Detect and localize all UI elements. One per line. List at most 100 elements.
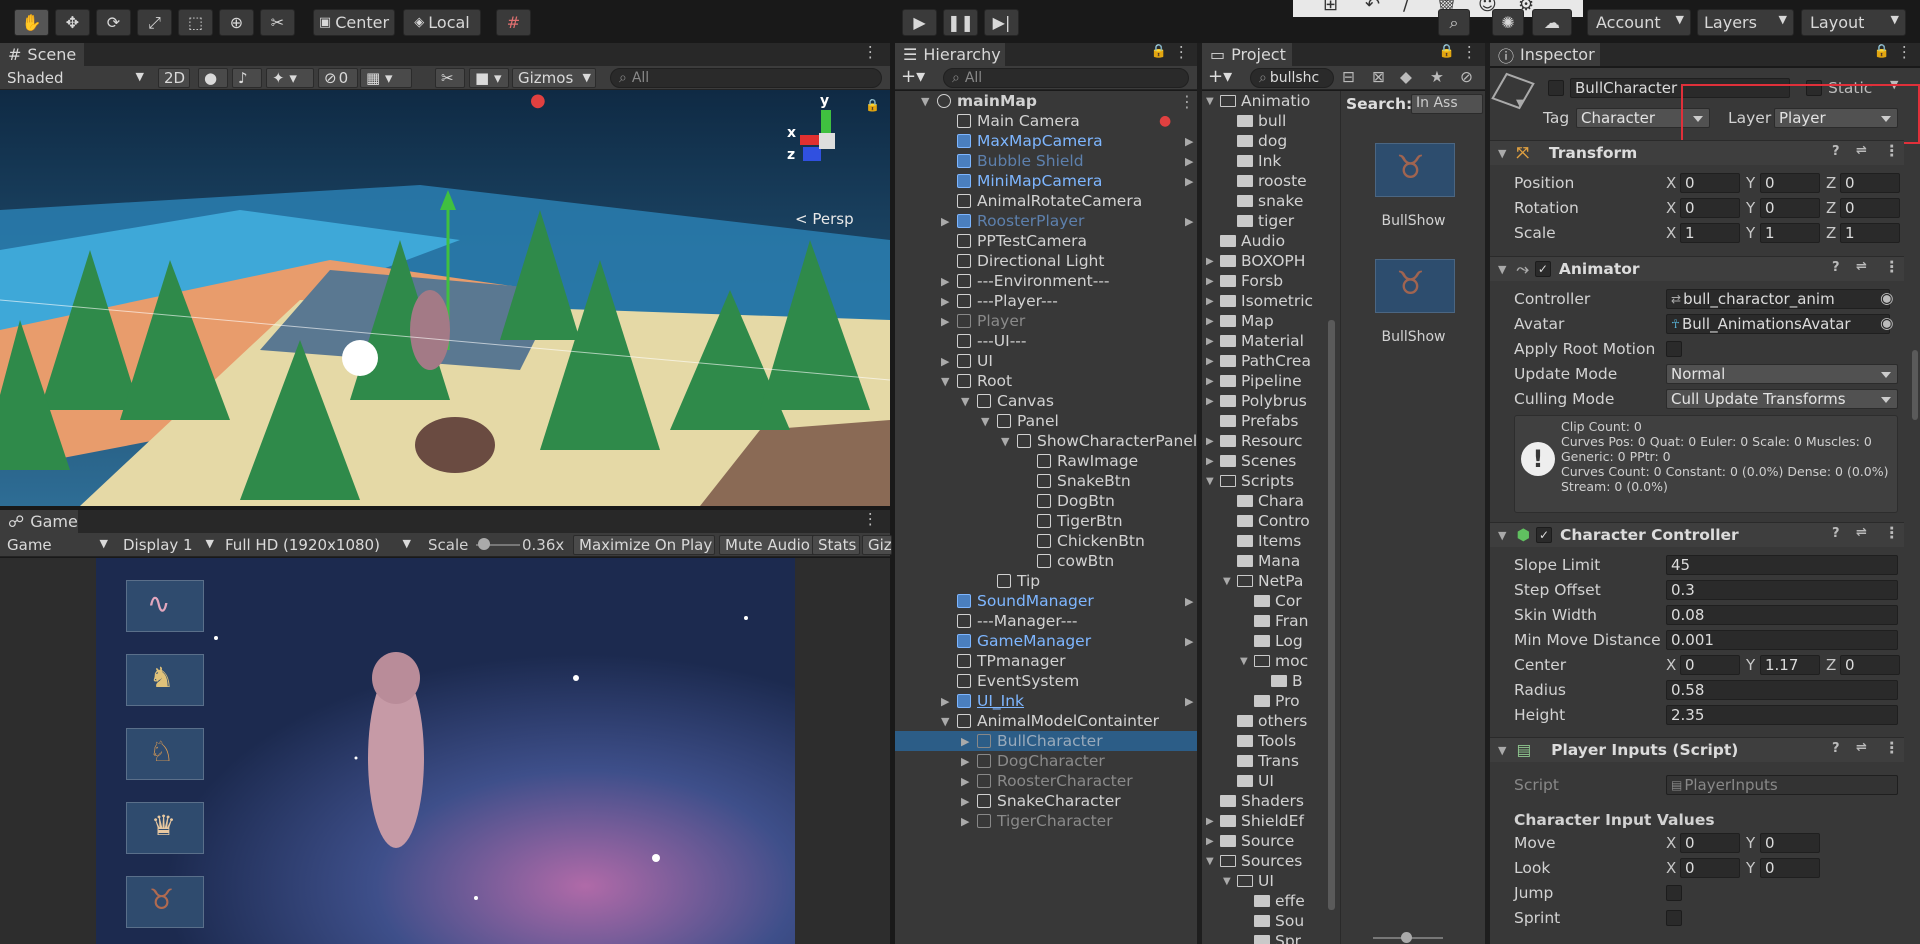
hierarchy-row[interactable]: ---UI--- — [895, 331, 1197, 351]
project-folder-item[interactable]: others — [1202, 711, 1340, 731]
project-folder-item[interactable]: ▶ BOXOPH — [1202, 251, 1340, 271]
more-options-icon[interactable]: ⋮ — [1884, 524, 1900, 542]
hierarchy-row[interactable]: SnakeBtn — [895, 471, 1197, 491]
vector-x-field[interactable]: 0 — [1680, 198, 1740, 218]
slope-limit-field[interactable]: 45 — [1666, 555, 1898, 575]
chevron-right-icon[interactable]: ▶ — [941, 695, 949, 708]
hierarchy-row[interactable]: GameManager ▶ — [895, 631, 1197, 651]
project-folder-item[interactable]: effe — [1202, 891, 1340, 911]
project-folder-item[interactable]: ▶ Scenes — [1202, 451, 1340, 471]
chevron-right-icon[interactable]: ▶ — [1206, 336, 1214, 347]
vector-z-field[interactable]: 0 — [1840, 173, 1900, 193]
hierarchy-row[interactable]: Directional Light — [895, 251, 1197, 271]
tab-scene[interactable]: # Scene — [0, 43, 84, 66]
chevron-right-icon[interactable]: ▶ — [1206, 276, 1214, 287]
hierarchy-row[interactable]: Main Camera ● — [895, 111, 1197, 131]
hierarchy-row[interactable]: TPmanager — [895, 651, 1197, 671]
vector-x-field[interactable]: 0 — [1680, 655, 1740, 675]
project-folder-item[interactable]: ▶ Polybrus — [1202, 391, 1340, 411]
project-folder-item[interactable]: snake — [1202, 191, 1340, 211]
more-options-icon[interactable]: ⋮ — [1179, 92, 1195, 111]
project-folder-item[interactable]: Log — [1202, 631, 1340, 651]
move-tool-button[interactable]: ✥ — [55, 9, 90, 36]
tiger-button[interactable]: ♘ — [126, 728, 204, 780]
vector-x-field[interactable]: 0 — [1680, 833, 1740, 853]
camera-dropdown[interactable]: ■ ▾ — [469, 68, 509, 88]
project-folder-item[interactable]: Items — [1202, 531, 1340, 551]
chevron-down-icon[interactable]: ▼ — [1223, 576, 1231, 587]
hierarchy-row[interactable]: EventSystem — [895, 671, 1197, 691]
hierarchy-row[interactable]: ▶ RoosterCharacter — [895, 771, 1197, 791]
more-options-icon[interactable]: ⋮ — [1884, 258, 1900, 276]
project-folder-item[interactable]: Spr — [1202, 931, 1340, 944]
chevron-down-icon[interactable]: ▼ — [1206, 96, 1214, 107]
project-tree-scrollbar[interactable] — [1328, 320, 1335, 910]
stats-toggle[interactable]: Stats — [812, 535, 860, 555]
vector-y-field[interactable]: 0 — [1760, 833, 1820, 853]
hierarchy-row[interactable]: ▶ UI_Ink ▶ — [895, 691, 1197, 711]
player-inputs-header[interactable]: ▼ ▤ Player Inputs (Script) ? ⇌ ⋮ — [1490, 737, 1904, 762]
project-folder-item[interactable]: Mana — [1202, 551, 1340, 571]
character-controller-header[interactable]: ▼ ⬢ ✓ Character Controller ? ⇌ ⋮ — [1490, 522, 1904, 547]
project-folder-item[interactable]: Ink — [1202, 151, 1340, 171]
chevron-down-icon[interactable]: ▼ — [961, 395, 969, 408]
hand-tool-button[interactable]: ✋ — [14, 9, 49, 36]
chevron-right-icon[interactable]: ▶ — [961, 755, 969, 768]
chevron-right-icon[interactable]: ▶ — [1206, 396, 1214, 407]
chevron-right-icon[interactable]: ▶ — [1185, 155, 1193, 168]
search-toolbar-button[interactable]: ⌕ — [1438, 9, 1470, 36]
chevron-down-icon[interactable]: ▼ — [921, 95, 929, 108]
help-icon[interactable]: ? — [1832, 260, 1840, 275]
shading-dropdown[interactable]: Shaded ▼ — [2, 68, 148, 88]
project-folder-item[interactable]: ▼ Scripts — [1202, 471, 1340, 491]
chevron-down-icon[interactable]: ▼ — [1206, 856, 1214, 867]
game-view-dropdown[interactable]: Game ▼ — [2, 535, 112, 555]
preset-icon[interactable]: ⇌ — [1856, 740, 1867, 755]
help-icon[interactable]: ? — [1832, 526, 1840, 541]
more-options-icon[interactable]: ⋮ — [1174, 43, 1190, 61]
controller-field[interactable]: ⇄ bull_charactor_anim — [1666, 289, 1890, 309]
chevron-down-icon[interactable]: ▼ — [981, 415, 989, 428]
chevron-right-icon[interactable]: ▶ — [1185, 635, 1193, 648]
animator-header[interactable]: ▼ ⤳ ✓ Animator ? ⇌ ⋮ — [1490, 256, 1904, 281]
chevron-right-icon[interactable]: ▶ — [1206, 296, 1214, 307]
star-icon[interactable]: ★ — [1430, 68, 1444, 86]
hierarchy-row[interactable]: Bubble Shield ▶ — [895, 151, 1197, 171]
vector-z-field[interactable]: 0 — [1840, 655, 1900, 675]
custom-tool-button[interactable]: ✂ — [260, 9, 295, 36]
chevron-right-icon[interactable]: ▶ — [941, 275, 949, 288]
chevron-right-icon[interactable]: ▶ — [941, 295, 949, 308]
grid-snap-button[interactable]: # — [496, 9, 531, 36]
project-folder-item[interactable]: rooste — [1202, 171, 1340, 191]
chevron-right-icon[interactable]: ▶ — [1206, 256, 1214, 267]
hierarchy-row[interactable]: ▶ DogCharacter — [895, 751, 1197, 771]
chevron-right-icon[interactable]: ▶ — [941, 315, 949, 328]
chevron-down-icon[interactable]: ▼ — [941, 375, 949, 388]
project-folder-item[interactable]: Prefabs — [1202, 411, 1340, 431]
hierarchy-row[interactable]: PPTestCamera — [895, 231, 1197, 251]
chevron-down-icon[interactable]: ▼ — [1240, 656, 1248, 667]
chevron-down-icon[interactable]: ▼ — [1001, 435, 1009, 448]
project-folder-item[interactable]: ▼ UI — [1202, 871, 1340, 891]
project-folder-item[interactable]: Trans — [1202, 751, 1340, 771]
services-button[interactable]: ✺ — [1492, 9, 1524, 36]
project-folder-item[interactable]: Audio — [1202, 231, 1340, 251]
more-options-icon[interactable]: ⋮ — [863, 43, 879, 61]
hierarchy-row[interactable]: MiniMapCamera ▶ — [895, 171, 1197, 191]
chevron-right-icon[interactable]: ▶ — [1185, 215, 1193, 228]
hierarchy-row[interactable]: TigerBtn — [895, 511, 1197, 531]
chevron-right-icon[interactable]: ▶ — [1185, 135, 1193, 148]
chevron-right-icon[interactable]: ▶ — [1206, 836, 1214, 847]
height-field[interactable]: 2.35 — [1666, 705, 1898, 725]
more-options-icon[interactable]: ⋮ — [863, 510, 879, 528]
chevron-right-icon[interactable]: ▶ — [961, 815, 969, 828]
hierarchy-row[interactable]: ▼ Root — [895, 371, 1197, 391]
preset-icon[interactable]: ⇌ — [1856, 525, 1867, 540]
project-folder-item[interactable]: bull — [1202, 111, 1340, 131]
project-folder-item[interactable]: ▼ Animatio — [1202, 91, 1340, 111]
chevron-down-icon[interactable]: ▼ — [1223, 876, 1231, 887]
help-icon[interactable]: ? — [1832, 144, 1840, 159]
sprint-checkbox[interactable] — [1666, 910, 1682, 926]
filter-label-icon[interactable]: ⊠ — [1372, 68, 1385, 86]
vector-x-field[interactable]: 1 — [1680, 223, 1740, 243]
